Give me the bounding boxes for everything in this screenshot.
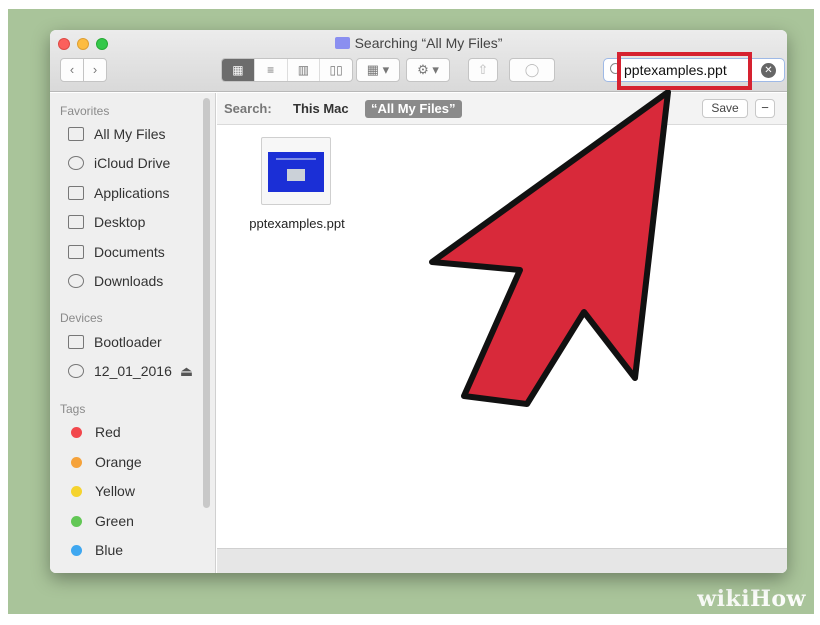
share-button[interactable]: ⇧ <box>468 58 498 82</box>
disc-icon <box>68 364 84 378</box>
sidebar-item-tag-red[interactable]: Red <box>68 421 121 443</box>
blue-tag-icon <box>71 544 82 556</box>
disk-icon <box>68 335 84 349</box>
sidebar-item-bootloader[interactable]: Bootloader <box>68 331 162 353</box>
ppt-thumbnail-icon <box>261 137 331 205</box>
view-mode-control: ▦ ≡ ▥ ▯▯ <box>221 58 353 82</box>
sidebar-item-label: 12_01_2016 <box>94 363 172 379</box>
favorites-heading: Favorites <box>60 104 110 118</box>
green-tag-icon <box>71 515 82 527</box>
window-title-text: Searching “All My Files” <box>354 35 503 51</box>
watermark-how: How <box>750 586 806 612</box>
sidebar-item-all-my-files[interactable]: All My Files <box>68 123 166 145</box>
cover-flow-button[interactable]: ▯▯ <box>320 59 352 81</box>
scope-all-my-files-button[interactable]: “All My Files” <box>365 100 462 118</box>
sidebar-item-tag-orange[interactable]: Orange <box>68 451 142 473</box>
yellow-tag-icon <box>71 485 82 497</box>
search-scope-label: Search: <box>224 101 272 116</box>
smart-folder-icon <box>334 37 350 49</box>
slide-title-line <box>276 158 316 160</box>
cloud-icon <box>68 156 84 170</box>
sidebar-item-label: Green <box>95 513 134 529</box>
watermark: wikiHow <box>697 586 806 612</box>
results-area: Search: This Mac “All My Files” Save − p… <box>217 93 787 573</box>
remove-criteria-button[interactable]: − <box>755 99 775 118</box>
sidebar-item-applications[interactable]: Applications <box>68 182 170 204</box>
sidebar-item-label: Blue <box>95 542 124 558</box>
arrange-button[interactable]: ▦ ▾ <box>356 58 400 82</box>
sidebar-item-tag-blue[interactable]: Blue <box>68 539 123 561</box>
sidebar-scrollbar[interactable] <box>203 98 210 508</box>
orange-tag-icon <box>71 456 82 468</box>
tags-heading: Tags <box>60 402 86 416</box>
sidebar: Favorites All My Files iCloud Drive Appl… <box>50 93 216 573</box>
scope-this-mac-button[interactable]: This Mac <box>293 101 349 116</box>
documents-icon <box>68 245 84 259</box>
devices-heading: Devices <box>60 311 103 325</box>
icon-view-button[interactable]: ▦ <box>222 59 255 81</box>
search-highlight-box <box>617 52 752 90</box>
finder-window: Searching “All My Files” ‹ › ▦ ≡ ▥ ▯▯ ▦ … <box>50 30 787 573</box>
sidebar-item-label: Downloads <box>94 273 164 289</box>
column-view-button[interactable]: ▥ <box>288 59 321 81</box>
sidebar-item-label: Applications <box>94 185 170 201</box>
desktop-icon <box>68 215 84 229</box>
action-gear-button[interactable]: ⚙ ▾ <box>406 58 450 82</box>
sidebar-item-label: Yellow <box>95 483 135 499</box>
sidebar-item-documents[interactable]: Documents <box>68 241 165 263</box>
sidebar-item-label: All My Files <box>94 126 166 142</box>
status-bar <box>217 548 787 573</box>
sidebar-item-12-01-2016[interactable]: 12_01_2016 ⏏ <box>68 360 193 382</box>
downloads-icon <box>68 274 84 288</box>
slide-image <box>287 169 305 181</box>
sidebar-item-icloud-drive[interactable]: iCloud Drive <box>68 152 170 174</box>
search-scope-bar: Search: This Mac “All My Files” Save − <box>217 93 787 125</box>
sidebar-item-downloads[interactable]: Downloads <box>68 270 163 292</box>
forward-button[interactable]: › <box>83 58 107 82</box>
sidebar-item-label: Documents <box>94 244 165 260</box>
sidebar-item-label: Bootloader <box>94 334 162 350</box>
save-search-button[interactable]: Save <box>702 99 748 118</box>
sidebar-item-label: Desktop <box>94 214 146 230</box>
watermark-wiki: wiki <box>697 586 751 612</box>
file-name: pptexamples.ppt <box>249 216 345 231</box>
red-tag-icon <box>71 426 82 438</box>
window-title: Searching “All My Files” <box>50 35 787 51</box>
file-item[interactable]: pptexamples.ppt <box>241 137 353 237</box>
slide-preview <box>268 152 324 192</box>
edit-tags-button[interactable]: ◯ <box>509 58 555 82</box>
eject-icon[interactable]: ⏏ <box>180 363 193 380</box>
applications-icon <box>68 186 84 200</box>
back-button[interactable]: ‹ <box>60 58 84 82</box>
sidebar-item-label: iCloud Drive <box>94 155 171 171</box>
sidebar-item-tag-yellow[interactable]: Yellow <box>68 480 135 502</box>
list-view-button[interactable]: ≡ <box>255 59 288 81</box>
clear-search-icon[interactable]: ✕ <box>761 63 776 78</box>
sidebar-item-desktop[interactable]: Desktop <box>68 211 145 233</box>
all-my-files-icon <box>68 127 84 141</box>
sidebar-item-label: Orange <box>95 454 142 470</box>
sidebar-item-label: Red <box>95 424 121 440</box>
sidebar-item-tag-green[interactable]: Green <box>68 510 134 532</box>
